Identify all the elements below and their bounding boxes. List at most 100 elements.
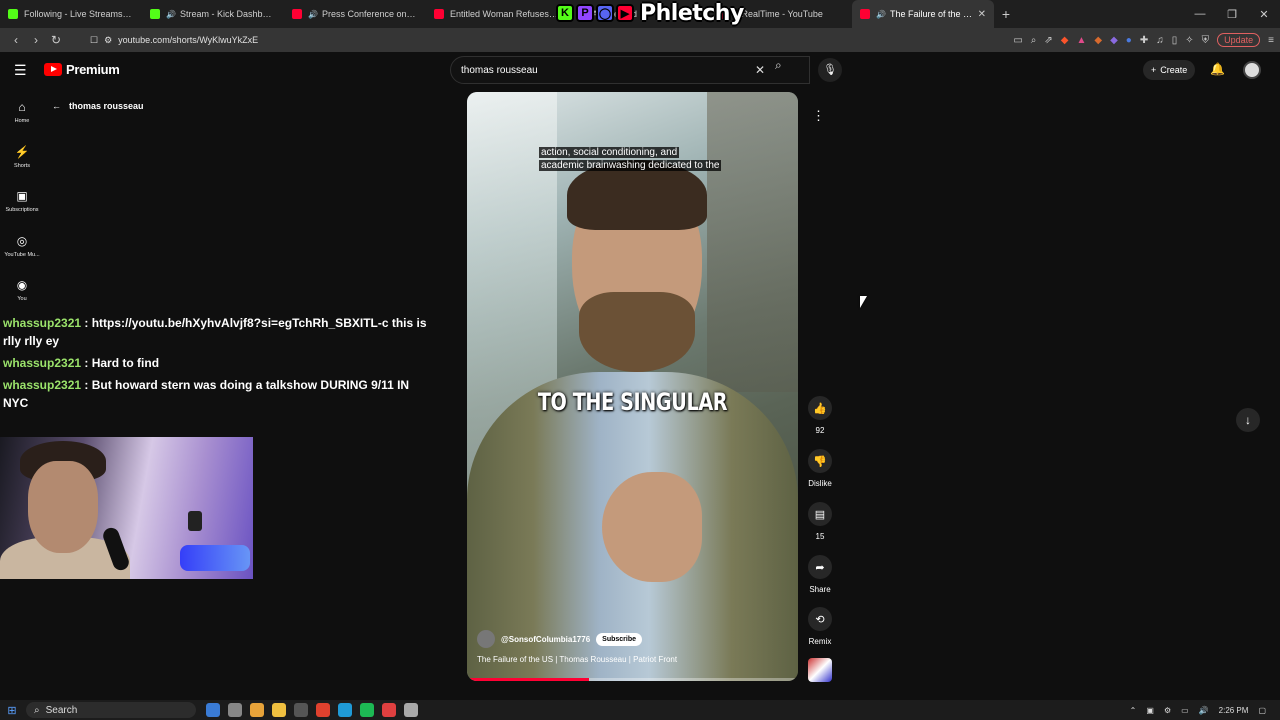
more-options-icon[interactable]: ⋮ — [812, 108, 825, 124]
windows-start-icon[interactable]: ⊞ — [0, 704, 24, 717]
close-tab-icon[interactable]: ✕ — [978, 9, 986, 20]
browser-tab[interactable]: 🔊Press Conference on 5 Offic — [284, 0, 426, 28]
taskbar-app-icon[interactable] — [294, 703, 308, 717]
leo-icon[interactable]: ✧ — [1185, 35, 1193, 46]
tab-favicon-icon — [150, 9, 160, 19]
taskbar-app-icon[interactable] — [206, 703, 220, 717]
create-button[interactable]: + Create — [1143, 60, 1196, 80]
home-icon: ⌂ — [18, 100, 26, 114]
comments-button[interactable]: ▤ 15 — [803, 502, 837, 541]
back-label: thomas rousseau — [69, 101, 144, 111]
restore-icon[interactable]: ❐ — [1216, 8, 1248, 21]
menu-icon[interactable]: ≡ — [1268, 35, 1274, 46]
tab-speaker-icon[interactable]: 🔊 — [876, 10, 886, 19]
extension-icon[interactable]: ◆ — [1110, 35, 1118, 46]
youtube-logo[interactable]: Premium — [44, 62, 120, 77]
url-field[interactable]: ☐ ⚙ youtube.com/shorts/WyKlwuYkZxE — [90, 35, 258, 46]
taskbar-search[interactable]: ⌕ Search — [26, 702, 196, 718]
search-input[interactable]: thomas rousseau ✕ — [450, 56, 810, 84]
subscribe-button[interactable]: Subscribe — [596, 632, 643, 646]
tray-chevron-icon[interactable]: ⌃ — [1130, 706, 1137, 715]
rail-item-label: YouTube Mu... — [4, 252, 40, 258]
taskbar-app-icon[interactable] — [272, 703, 286, 717]
windows-taskbar: ⊞ ⌕ Search ⌃ ▣ ⚙ ▭ 🔊 2:26 PM ▢ — [0, 700, 1280, 720]
channel-avatar[interactable] — [477, 630, 495, 648]
rail-item-youtube-music[interactable]: ◎ YouTube Mu... — [0, 234, 44, 258]
chat-message: whassup2321 : Hard to find — [3, 354, 433, 372]
shorts-video-player[interactable]: action, social conditioning, and academi… — [467, 92, 798, 681]
tray-app-icon[interactable]: ▣ — [1146, 706, 1154, 715]
reload-icon[interactable]: ↻ — [46, 33, 66, 47]
taskbar-app-icon[interactable] — [404, 703, 418, 717]
notifications-bell-icon[interactable]: 🔔 — [1210, 62, 1225, 76]
create-label: Create — [1160, 65, 1188, 75]
share-page-icon[interactable]: ⇗ — [1044, 35, 1052, 46]
zoom-icon[interactable]: ⌕ — [1031, 35, 1037, 46]
dislike-button[interactable]: 👎 Dislike — [803, 449, 837, 488]
tray-app-icon[interactable]: ⚙ — [1164, 706, 1171, 715]
hamburger-menu-icon[interactable]: ☰ — [14, 62, 27, 79]
update-button[interactable]: Update — [1217, 33, 1261, 47]
tab-favicon-icon — [434, 9, 444, 19]
new-tab-button[interactable]: + — [994, 6, 1018, 22]
minimize-icon[interactable]: — — [1184, 8, 1216, 21]
tab-speaker-icon[interactable]: 🔊 — [166, 10, 176, 19]
close-window-icon[interactable]: ✕ — [1248, 8, 1280, 21]
share-button[interactable]: ➦ Share — [803, 555, 837, 594]
tray-volume-icon[interactable]: 🔊 — [1199, 706, 1209, 715]
extension-icon[interactable]: ● — [1126, 35, 1132, 46]
taskbar-app-icon[interactable] — [250, 703, 264, 717]
toolbar-right: ▭ ⌕ ⇗ ◆ ▲ ◆ ◆ ● ✚ ♫ ▯ ✧ ⛨ Update ≡ — [1013, 33, 1274, 47]
overlay-badge-icon: ▶ — [616, 4, 634, 22]
site-info-icon[interactable]: ⚙ — [104, 35, 112, 46]
back-arrow-icon[interactable]: ‹ — [6, 33, 26, 47]
taskbar-app-icon[interactable] — [228, 703, 242, 717]
taskbar-app-icon[interactable] — [360, 703, 374, 717]
back-to-search-row[interactable]: ← thomas rousseau — [52, 101, 144, 111]
remix-button[interactable]: ⟲ Remix — [803, 607, 837, 646]
window-controls: — ❐ ✕ — [1184, 8, 1280, 21]
rail-item-home[interactable]: ⌂ Home — [0, 100, 44, 124]
tab-favicon-icon — [8, 9, 18, 19]
screen-icon[interactable]: ▭ — [1013, 35, 1022, 46]
video-person-hand — [602, 472, 702, 582]
video-progress-bar[interactable] — [467, 678, 798, 681]
brave-shield-icon[interactable]: ◆ — [1061, 35, 1069, 46]
taskbar-app-icon[interactable] — [382, 703, 396, 717]
youtube-brand-text: Premium — [66, 62, 120, 77]
rail-item-subscriptions[interactable]: ▣ Subscriptions — [0, 189, 44, 213]
vpn-icon[interactable]: ⛨ — [1202, 35, 1210, 46]
sidebar-icon[interactable]: ▯ — [1172, 35, 1178, 46]
clock[interactable]: 2:26 PM — [1219, 706, 1249, 715]
sound-thumbnail[interactable] — [808, 658, 832, 682]
extension-icon[interactable]: ◆ — [1094, 35, 1102, 46]
media-icon[interactable]: ♫ — [1156, 35, 1164, 46]
like-button[interactable]: 👍 92 — [803, 396, 837, 435]
tab-favicon-icon — [860, 9, 870, 19]
browser-tab[interactable]: 🔊 Stream - Kick Dashboard — [142, 0, 284, 28]
tab-title: Following - Live Streams on Kick — [24, 9, 134, 19]
channel-name[interactable]: @SonsofColumbia1776 — [501, 635, 590, 644]
video-progress-fill — [467, 678, 590, 681]
notification-icon[interactable]: ▢ — [1258, 706, 1266, 715]
taskbar-app-icon[interactable] — [338, 703, 352, 717]
search-icon[interactable]: ⌕ — [775, 58, 782, 73]
tray-network-icon[interactable]: ▭ — [1181, 706, 1189, 715]
rail-item-you[interactable]: ◉ You — [0, 278, 44, 302]
next-video-arrow-icon[interactable]: ↓ — [1236, 408, 1260, 432]
plus-icon: + — [1151, 65, 1157, 75]
bookmark-icon[interactable]: ☐ — [90, 35, 98, 46]
forward-arrow-icon[interactable]: › — [26, 33, 46, 47]
account-avatar[interactable] — [1243, 61, 1261, 79]
tab-speaker-icon[interactable]: 🔊 — [308, 10, 318, 19]
taskbar-app-icon[interactable] — [316, 703, 330, 717]
clear-search-icon[interactable]: ✕ — [755, 63, 765, 77]
video-title[interactable]: The Failure of the US | Thomas Rousseau … — [477, 655, 677, 664]
browser-tab[interactable]: 🔊The Failure of the US | T✕ — [852, 0, 994, 28]
rail-item-shorts[interactable]: ⚡ Shorts — [0, 145, 44, 169]
browser-tab[interactable]: Following - Live Streams on Kick — [0, 0, 142, 28]
extensions-puzzle-icon[interactable]: ✚ — [1140, 35, 1148, 46]
brave-rewards-icon[interactable]: ▲ — [1076, 35, 1086, 46]
browser-tab[interactable]: Entitled Woman Refuses to P — [426, 0, 568, 28]
microphone-icon[interactable]: 🎙 — [818, 58, 842, 82]
